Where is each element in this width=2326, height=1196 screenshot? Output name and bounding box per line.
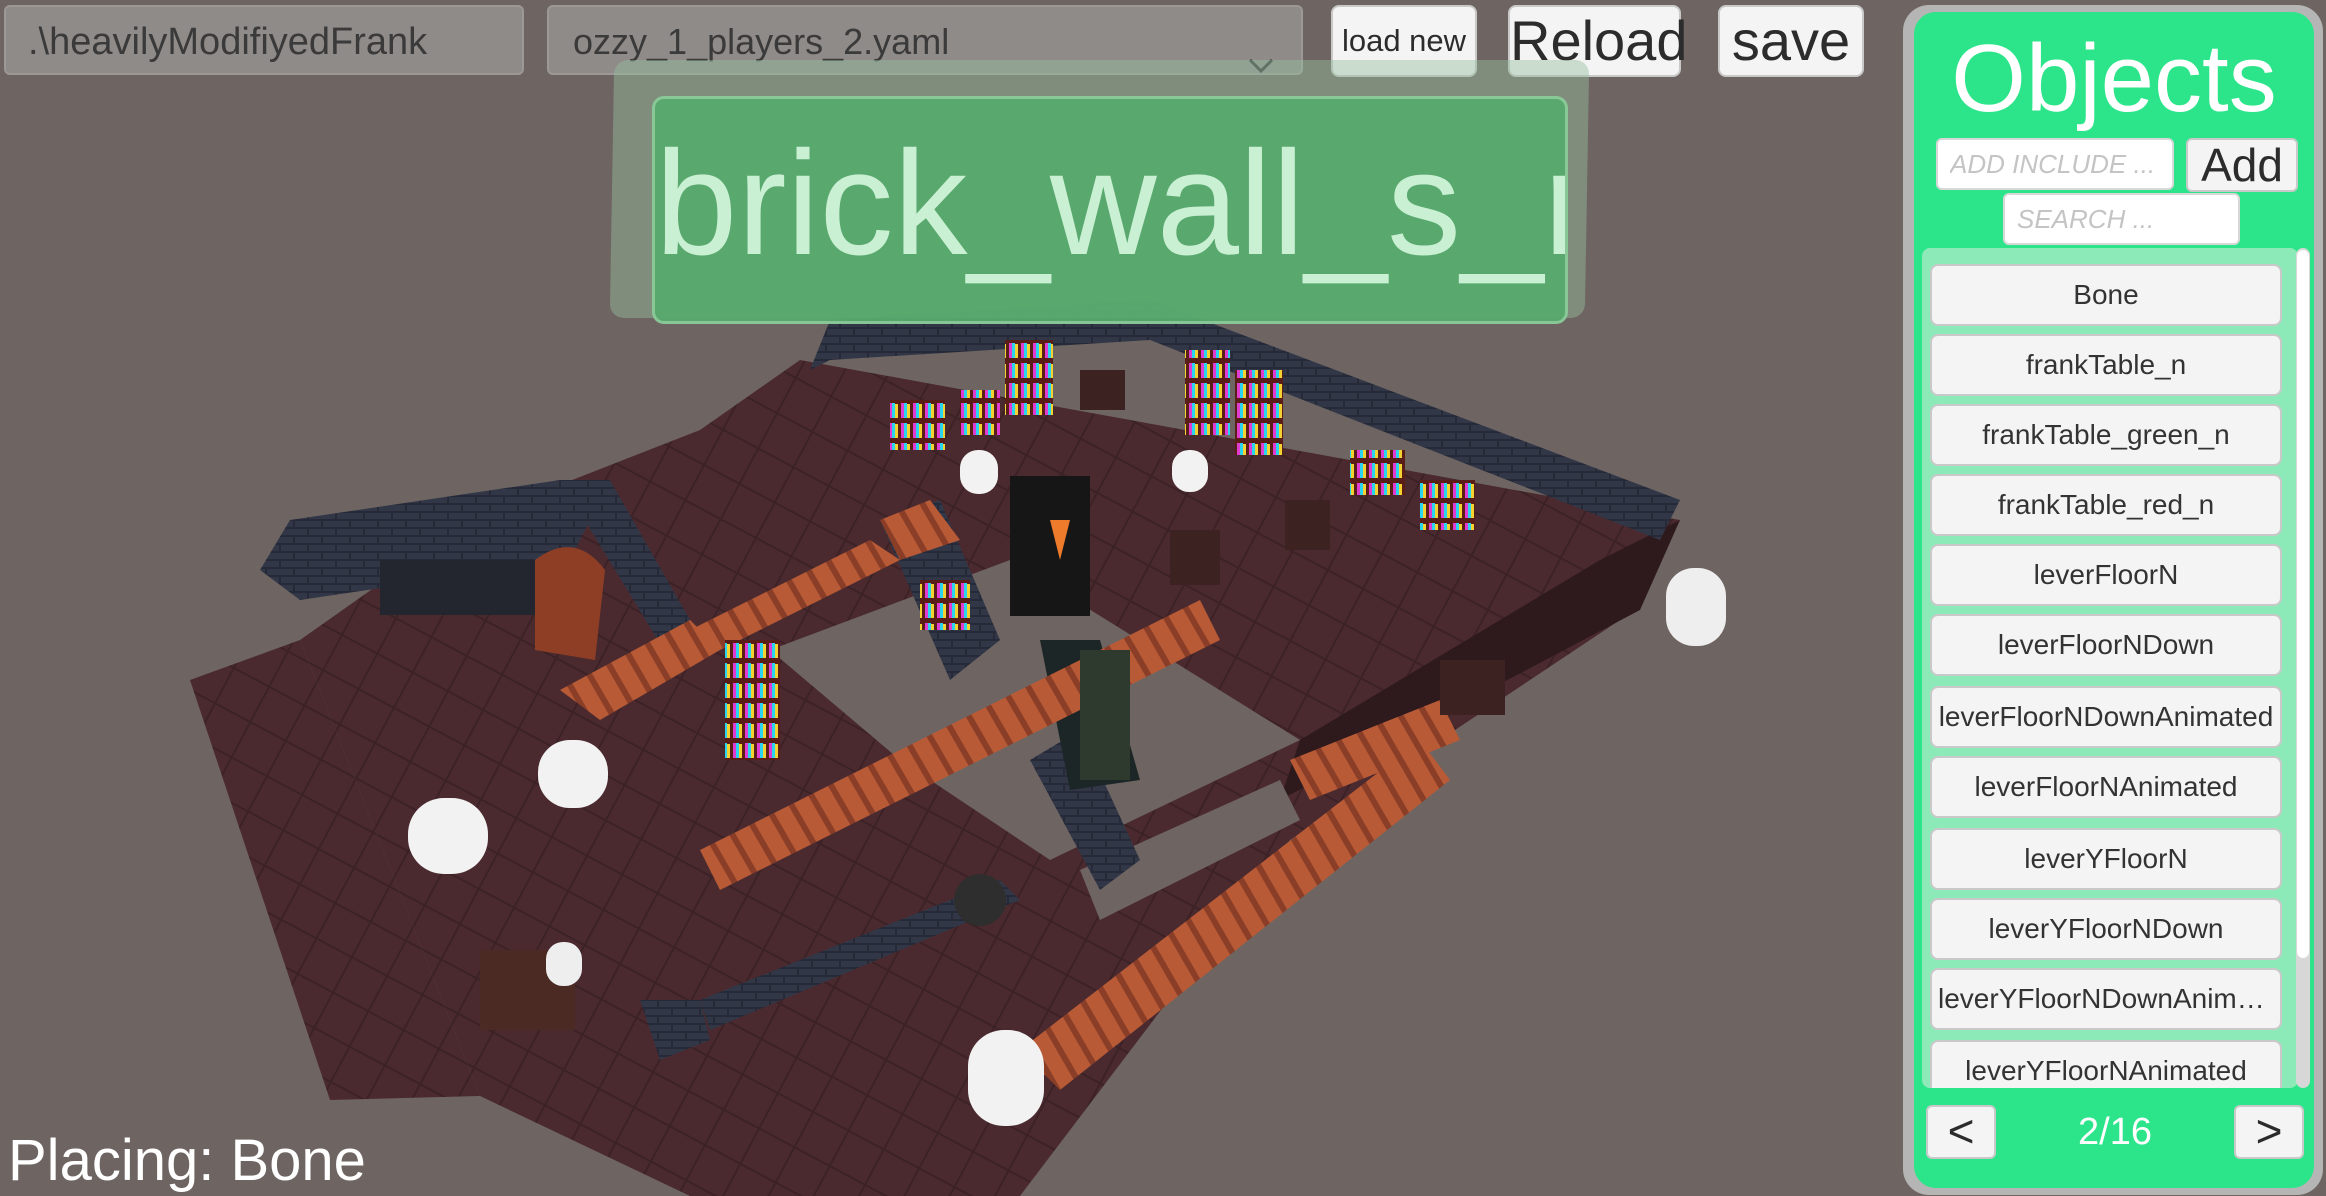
object-item-leveryfloorn[interactable]: leverYFloorN (1930, 828, 2282, 890)
object-item-leveryfloorndown[interactable]: leverYFloorNDown (1930, 898, 2282, 960)
save-button[interactable]: save (1718, 5, 1864, 77)
object-item-bone[interactable]: Bone (1930, 264, 2282, 326)
object-item-leveryfloornanimated[interactable]: leverYFloorNAnimated (1930, 1040, 2282, 1088)
add-include-input[interactable] (1936, 138, 2174, 190)
object-list[interactable]: Bone frankTable_n frankTable_green_n fra… (1922, 248, 2298, 1088)
add-include-button[interactable]: Add (2186, 138, 2298, 192)
placing-status: Placing: Bone (8, 1128, 366, 1193)
object-item-franktable-n[interactable]: frankTable_n (1930, 334, 2282, 396)
object-item-franktable-red-n[interactable]: frankTable_red_n (1930, 474, 2282, 536)
object-item-leverfloornanimated[interactable]: leverFloorNAnimated (1930, 756, 2282, 818)
objects-panel-title: Objects (1951, 25, 2277, 132)
object-item-leverfloorn[interactable]: leverFloorN (1930, 544, 2282, 606)
page-indicator: 2/16 (2078, 1111, 2152, 1153)
directory-path-field[interactable]: .\heavilyModifiyedFrank (4, 5, 524, 75)
object-list-scroll-thumb[interactable] (2297, 250, 2309, 958)
object-item-leveryfloorndownanimated[interactable]: leverYFloorNDownAnimated (1930, 968, 2282, 1030)
object-item-franktable-green-n[interactable]: frankTable_green_n (1930, 404, 2282, 466)
previous-page-button[interactable]: < (1926, 1105, 1996, 1159)
next-page-button[interactable]: > (2234, 1105, 2304, 1159)
object-item-leverfloorndown[interactable]: leverFloorNDown (1930, 614, 2282, 676)
object-item-leverfloorndownanimated[interactable]: leverFloorNDownAnimated (1930, 686, 2282, 748)
level-file-selected: ozzy_1_players_2.yaml (573, 21, 950, 62)
selected-object-banner: brick_wall_s_rc (652, 96, 1568, 324)
object-search-input[interactable] (2003, 193, 2240, 245)
